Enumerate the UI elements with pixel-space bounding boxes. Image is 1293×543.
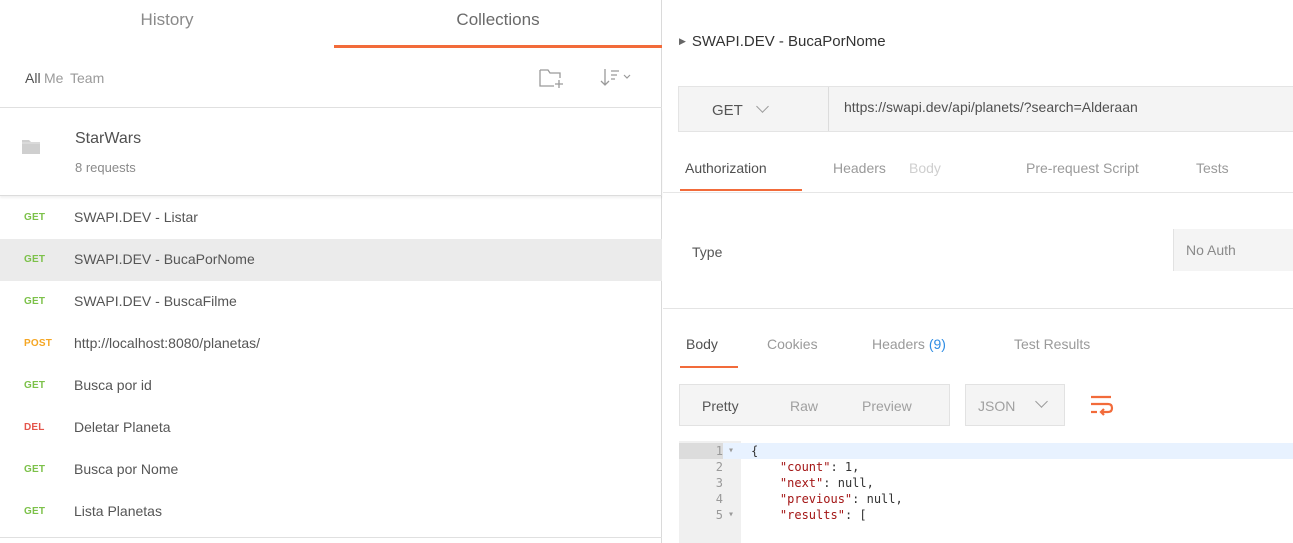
tab-pre-request-script[interactable]: Pre-request Script bbox=[1026, 160, 1139, 176]
tab-headers[interactable]: Headers bbox=[833, 160, 886, 176]
method-badge: GET bbox=[24, 464, 46, 475]
format-toggle: Pretty Raw Preview bbox=[679, 384, 950, 426]
format-pretty-button[interactable]: Pretty bbox=[702, 398, 739, 414]
tab-active-indicator bbox=[680, 189, 802, 191]
request-title[interactable]: ▶ SWAPI.DEV - BucaPorNome bbox=[679, 33, 886, 50]
request-title-text: SWAPI.DEV - BucaPorNome bbox=[691, 33, 886, 50]
tab-test-results[interactable]: Test Results bbox=[1014, 336, 1090, 352]
tab-active-indicator bbox=[680, 366, 738, 368]
wrap-lines-icon[interactable] bbox=[1080, 384, 1122, 426]
tab-response-headers-label: Headers bbox=[872, 336, 925, 352]
response-tabs: Body Cookies Headers (9) Test Results bbox=[663, 330, 1293, 370]
collection-header[interactable]: StarWars 8 requests bbox=[0, 108, 662, 196]
method-badge: DEL bbox=[24, 422, 45, 433]
method-badge: GET bbox=[24, 380, 46, 391]
tab-authorization[interactable]: Authorization bbox=[685, 160, 767, 176]
request-item[interactable]: DEL Deletar Planeta bbox=[0, 407, 662, 449]
folder-icon bbox=[22, 140, 40, 154]
headers-count-badge: (9) bbox=[928, 336, 946, 352]
sidebar-tabs: History Collections bbox=[0, 0, 662, 52]
request-name: Deletar Planeta bbox=[74, 419, 171, 435]
method-badge: POST bbox=[24, 338, 53, 349]
request-item-active[interactable]: GET SWAPI.DEV - BucaPorNome bbox=[0, 239, 662, 281]
tab-response-headers[interactable]: Headers (9) bbox=[872, 336, 946, 352]
caret-right-icon: ▶ bbox=[679, 36, 686, 46]
collection-request-count: 8 requests bbox=[75, 160, 136, 175]
code-line: 5 ▾ "results": [ bbox=[715, 507, 867, 523]
tab-active-indicator bbox=[334, 45, 662, 48]
divider bbox=[0, 537, 662, 538]
request-name: Busca por Nome bbox=[74, 461, 179, 477]
new-collection-icon[interactable] bbox=[538, 66, 566, 90]
code-line: 4 "previous": null, bbox=[715, 492, 903, 506]
auth-type-select[interactable]: No Auth bbox=[1173, 229, 1293, 271]
filter-all[interactable]: All bbox=[25, 70, 41, 86]
divider bbox=[663, 308, 1293, 309]
filter-team[interactable]: Team bbox=[70, 70, 104, 86]
fold-arrow-icon[interactable]: ▾ bbox=[728, 443, 734, 459]
code-line: 3 "next": null, bbox=[715, 476, 874, 490]
code-line: 2 "count": 1, bbox=[715, 460, 860, 474]
request-item[interactable]: GET Busca por Nome bbox=[0, 449, 662, 491]
tab-response-body[interactable]: Body bbox=[686, 336, 718, 352]
chevron-down-icon bbox=[1035, 395, 1048, 408]
tab-history[interactable]: History bbox=[0, 0, 334, 44]
sidebar: History Collections All Me Team StarWars… bbox=[0, 0, 662, 543]
fold-arrow-icon[interactable]: ▾ bbox=[728, 507, 734, 523]
request-name: SWAPI.DEV - BucaPorNome bbox=[74, 251, 255, 267]
request-name: http://localhost:8080/planetas/ bbox=[74, 335, 261, 351]
auth-type-value: No Auth bbox=[1186, 242, 1236, 258]
url-input[interactable] bbox=[844, 99, 1284, 115]
method-badge: GET bbox=[24, 254, 46, 265]
request-name: SWAPI.DEV - Listar bbox=[74, 209, 198, 225]
filter-bar: All Me Team bbox=[0, 52, 662, 108]
request-item[interactable]: GET Lista Planetas bbox=[0, 491, 662, 533]
request-name: Lista Planetas bbox=[74, 503, 162, 519]
tab-response-cookies[interactable]: Cookies bbox=[767, 336, 818, 352]
divider bbox=[663, 192, 1293, 193]
request-item[interactable]: GET SWAPI.DEV - Listar bbox=[0, 197, 662, 239]
request-list: GET SWAPI.DEV - Listar GET SWAPI.DEV - B… bbox=[0, 197, 662, 533]
language-select[interactable]: JSON bbox=[965, 384, 1065, 426]
collection-name: StarWars bbox=[75, 130, 142, 147]
method-badge: GET bbox=[24, 506, 46, 517]
request-tabs: Authorization Headers Body Pre-request S… bbox=[663, 152, 1293, 192]
tab-collections[interactable]: Collections bbox=[334, 0, 662, 44]
request-name: Busca por id bbox=[74, 377, 152, 393]
request-item[interactable]: POST http://localhost:8080/planetas/ bbox=[0, 323, 662, 365]
response-body-editor[interactable]: 1 ▾{ 2 "count": 1, 3 "next": null, 4 "pre… bbox=[679, 441, 1293, 543]
method-select[interactable]: GET bbox=[679, 87, 829, 131]
method-badge: GET bbox=[24, 296, 46, 307]
auth-type-label: Type bbox=[692, 244, 723, 260]
method-select-value: GET bbox=[712, 102, 743, 119]
request-item[interactable]: GET Busca por id bbox=[0, 365, 662, 407]
request-name: SWAPI.DEV - BuscaFilme bbox=[74, 293, 237, 309]
code-line: 1 ▾{ bbox=[679, 443, 1293, 459]
method-badge: GET bbox=[24, 212, 46, 223]
tab-body[interactable]: Body bbox=[909, 160, 941, 176]
url-bar: GET bbox=[678, 86, 1293, 132]
chevron-down-icon bbox=[756, 100, 769, 113]
format-raw-button[interactable]: Raw bbox=[790, 398, 818, 414]
format-preview-button[interactable]: Preview bbox=[862, 398, 912, 414]
request-panel: ▶ SWAPI.DEV - BucaPorNome GET Authorizati… bbox=[663, 0, 1293, 543]
filter-me[interactable]: Me bbox=[44, 70, 63, 86]
tab-tests[interactable]: Tests bbox=[1196, 160, 1229, 176]
request-item[interactable]: GET SWAPI.DEV - BuscaFilme bbox=[0, 281, 662, 323]
sort-icon[interactable] bbox=[598, 66, 632, 90]
language-select-value: JSON bbox=[978, 398, 1016, 414]
